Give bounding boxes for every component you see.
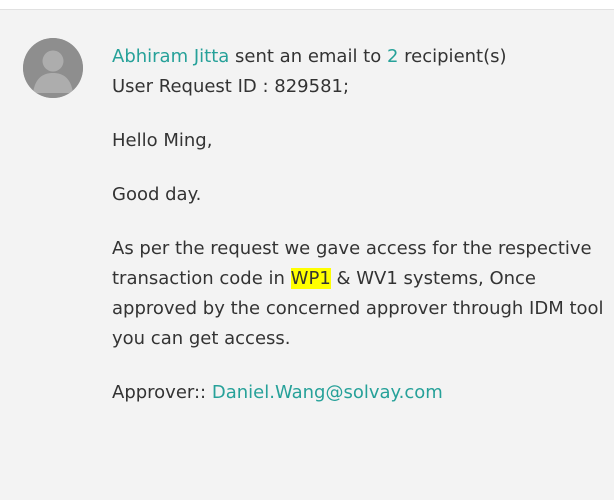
approver-email-link[interactable]: Daniel.Wang@solvay.com	[212, 382, 443, 403]
email-greeting: Hello Ming,	[112, 130, 213, 151]
recipient-suffix-text: recipient(s)	[398, 46, 507, 67]
email-activity-card: Abhiram Jitta sent an email to 2 recipie…	[0, 9, 614, 500]
email-good-day: Good day.	[112, 184, 202, 205]
default-user-silhouette-icon	[23, 38, 83, 98]
approver-label: Approver::	[112, 382, 212, 403]
recipient-count-link[interactable]: 2	[387, 46, 398, 67]
email-activity-header: Abhiram Jitta sent an email to 2 recipie…	[112, 42, 610, 72]
highlighted-search-term: WP1	[290, 268, 331, 289]
user-request-id: User Request ID : 829581;	[112, 76, 350, 97]
page: Abhiram Jitta sent an email to 2 recipie…	[0, 0, 614, 500]
user-avatar-icon[interactable]	[23, 38, 83, 98]
email-content: Abhiram Jitta sent an email to 2 recipie…	[112, 42, 610, 408]
sender-name-link[interactable]: Abhiram Jitta	[112, 46, 229, 67]
approver-line: Approver:: Daniel.Wang@solvay.com	[112, 378, 610, 408]
sent-email-text: sent an email to	[229, 46, 387, 67]
email-body-paragraph: As per the request we gave access for th…	[112, 234, 610, 354]
